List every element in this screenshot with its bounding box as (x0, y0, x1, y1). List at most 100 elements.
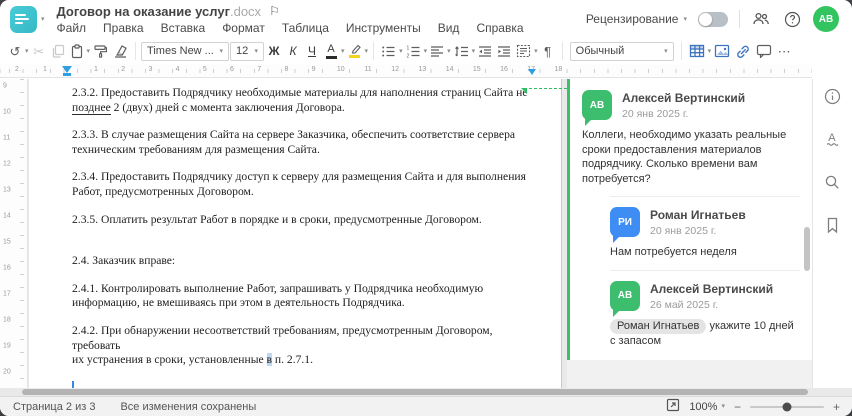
comment[interactable]: АВ Алексей Вертинский 26 май 2025 г. Роман … (610, 269, 800, 349)
show-paragraph-marks-button[interactable]: ¶ (539, 41, 557, 61)
flag-icon[interactable]: ⚐ (269, 4, 280, 18)
zoom-slider[interactable] (749, 402, 824, 411)
ruler-number: 13 (416, 66, 429, 73)
chevron-down-icon[interactable]: ▾ (708, 48, 712, 55)
chevron-down-icon[interactable]: ▾ (365, 48, 369, 55)
comments-panel: АВ Алексей Вертинский 20 янв 2025 г. Коллег… (567, 79, 812, 388)
paragraph: 2.3.4. Предоставить Подрядчику доступ к … (72, 170, 526, 198)
bold-button[interactable]: Ж (265, 41, 283, 61)
insert-link-button[interactable] (733, 41, 753, 61)
font-name-select[interactable]: Times New ... ▾ (141, 41, 230, 61)
insert-image-button[interactable] (712, 41, 732, 61)
chevron-down-icon[interactable]: ▾ (87, 48, 91, 55)
format-painter-button[interactable] (91, 41, 110, 61)
undo-button[interactable]: ↺ (6, 41, 24, 61)
highlight-color-button[interactable] (346, 41, 364, 61)
vertical-ruler: 9 10 11 12 13 14 15 16 17 18 19 20 (0, 79, 28, 388)
menu-item-Вставка[interactable]: Вставка (161, 21, 206, 35)
chevron-down-icon[interactable]: ▾ (341, 48, 345, 55)
paragraph: 2.4.1. Контролировать выполнение Работ, … (72, 281, 484, 310)
spellcheck-icon[interactable]: А (824, 130, 842, 148)
chevron-down-icon[interactable]: ▾ (25, 48, 29, 55)
paragraph-style-select[interactable]: Обычный ▾ (569, 41, 674, 61)
ruler-number: 16 (3, 263, 11, 273)
status-bar: Страница 2 из 3 Все изменения сохранены … (0, 396, 852, 416)
review-mode-dropdown[interactable]: Рецензирование ▾ (586, 12, 687, 26)
ruler-number: 7 (255, 66, 264, 73)
menu-item-Файл[interactable]: Файл (57, 21, 87, 35)
document-page[interactable]: 2.3.2. Предоставить Подрядчику необходим… (29, 79, 562, 388)
ruler-number: 10 (334, 66, 347, 73)
info-icon[interactable] (824, 87, 842, 105)
insert-table-button[interactable] (687, 41, 707, 61)
copy-button[interactable] (49, 41, 67, 61)
font-color-button[interactable]: А (322, 41, 340, 61)
paragraph: 2.3.2. Предоставить Подрядчику необходим… (72, 86, 528, 115)
italic-button[interactable]: К (284, 41, 302, 61)
zoom-slider-handle[interactable] (782, 402, 792, 411)
doc-paragraphs: 2.3.2. Предоставить Подрядчику необходим… (72, 86, 533, 368)
chevron-down-icon[interactable]: ▾ (534, 48, 538, 55)
zoom-level-select[interactable]: 100% ▾ (689, 401, 725, 413)
bookmark-icon[interactable] (824, 216, 842, 234)
menu-item-Инструменты[interactable]: Инструменты (346, 21, 421, 35)
menu-item-Правка[interactable]: Правка (103, 21, 144, 35)
chevron-down-icon[interactable]: ▾ (399, 48, 403, 55)
paste-button[interactable] (68, 41, 86, 61)
line-spacing-button[interactable] (452, 41, 471, 61)
font-size-select[interactable]: 12 ▾ (230, 41, 265, 61)
indent-marker-right[interactable] (528, 69, 536, 75)
comment[interactable]: РИ Роман Игнатьев 20 янв 2025 г. Нам потреб… (610, 196, 800, 260)
comment-date: 26 май 2025 г. (650, 298, 719, 311)
bullet-list-button[interactable] (379, 41, 398, 61)
paragraph: 2.4. Заказчик вправе: (72, 254, 176, 268)
more-button[interactable]: ⋯ (775, 41, 793, 61)
avatar-tail-icon (613, 309, 620, 317)
search-icon[interactable] (824, 173, 842, 191)
underline-button[interactable]: Ч (303, 41, 321, 61)
page-indicator[interactable]: Страница 2 из 3 (13, 401, 95, 413)
mention-chip[interactable]: Роман Игнатьев (610, 318, 707, 334)
increase-indent-button[interactable] (495, 41, 513, 61)
chevron-down-icon[interactable]: ▾ (424, 48, 428, 55)
menu-item-Формат[interactable]: Формат (222, 21, 265, 35)
menu-item-Вид[interactable]: Вид (438, 21, 460, 35)
review-toggle[interactable] (698, 11, 728, 27)
fit-width-icon[interactable] (666, 398, 680, 415)
comment-anchor-line (521, 88, 567, 94)
indent-marker-left[interactable] (62, 66, 72, 76)
document-title: Договор на оказание услуг.docx (56, 3, 262, 19)
horizontal-scrollbar[interactable] (0, 388, 812, 396)
align-left-button[interactable] (428, 41, 446, 61)
ruler-number: 11 (362, 66, 374, 73)
paragraph-settings-button[interactable] (514, 41, 533, 61)
app-logo-icon[interactable] (10, 5, 37, 33)
chevron-down-icon[interactable]: ▾ (447, 48, 451, 55)
comment[interactable]: АВ Алексей Вертинский 20 янв 2025 г. Коллег… (582, 90, 800, 186)
decrease-indent-button[interactable] (476, 41, 494, 61)
ruler-number: 18 (3, 315, 11, 325)
ruler-number: 14 (443, 66, 456, 73)
clear-style-button[interactable] (111, 41, 130, 61)
comments-scrollbar[interactable] (804, 227, 810, 271)
avatar-tail-icon (585, 119, 592, 126)
help-icon[interactable] (782, 9, 802, 29)
svg-text:А: А (828, 132, 836, 144)
comment-date: 20 янв 2025 г. (622, 108, 689, 120)
menu-item-Справка[interactable]: Справка (476, 21, 523, 35)
menu-item-Таблица[interactable]: Таблица (282, 21, 329, 35)
comment-button[interactable] (754, 41, 774, 61)
numbered-list-button[interactable]: 12 (404, 41, 423, 61)
chevron-down-icon[interactable]: ▾ (472, 48, 476, 55)
user-avatar[interactable]: АВ (813, 6, 839, 32)
chevron-down-icon[interactable]: ▾ (41, 16, 45, 23)
zoom-in-button[interactable]: + (833, 401, 840, 413)
cut-button[interactable]: ✂ (30, 41, 48, 61)
ruler-number: 9 (309, 66, 318, 73)
chevron-down-icon: ▾ (683, 15, 687, 23)
users-icon[interactable] (751, 9, 771, 29)
zoom-out-button[interactable]: − (734, 401, 741, 413)
ruler-number: 17 (3, 289, 11, 299)
comment-thread[interactable]: АВ Алексей Вертинский 20 янв 2025 г. Коллег… (567, 79, 812, 360)
ruler-number: 10 (3, 107, 11, 117)
